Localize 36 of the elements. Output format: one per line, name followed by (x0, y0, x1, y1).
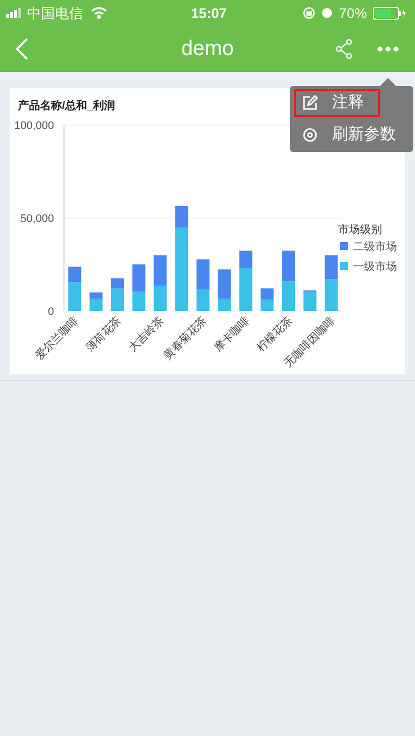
share-icon[interactable] (335, 39, 353, 59)
legend-label: 二级市场 (353, 240, 397, 252)
bar (154, 285, 167, 310)
axis-tick-label: 100,000 (14, 120, 54, 132)
clock-time: 15:07 (191, 4, 227, 22)
back-icon[interactable] (16, 38, 28, 60)
bar (324, 254, 338, 279)
axis-tick-label: 50,000 (20, 212, 54, 224)
bar (260, 298, 274, 310)
lock-rotation-icon (302, 7, 315, 19)
bar (196, 288, 210, 310)
menu-item[interactable]: 刷新参数 (294, 121, 409, 149)
bar (132, 264, 146, 291)
chart-title: 产品名称/总和_利润 (18, 98, 116, 114)
edit-icon (302, 95, 318, 111)
legend-label: 一级市场 (353, 260, 397, 272)
bar (132, 290, 146, 310)
bar (196, 258, 210, 289)
bar (324, 278, 338, 310)
bar (260, 288, 274, 299)
menu-item[interactable]: 注释 (294, 89, 380, 117)
battery-percent: 70% (338, 4, 367, 22)
gear-icon (302, 127, 318, 143)
bar (282, 280, 296, 310)
battery-icon (373, 6, 409, 20)
page-title: demo (181, 36, 234, 62)
axis-tick-label: 薄荷花茶 (84, 314, 124, 354)
axis-tick-label: 黄春菊花茶 (162, 314, 210, 362)
signal-icon (6, 8, 24, 18)
more-icon[interactable] (377, 46, 399, 52)
bar (282, 250, 296, 281)
legend-title: 市场级别 (338, 224, 382, 236)
axis-tick-label: 摩卡咖啡 (212, 314, 252, 354)
bar (154, 254, 167, 286)
carrier-name: 中国电信 (27, 4, 83, 22)
wifi-icon (91, 7, 107, 19)
